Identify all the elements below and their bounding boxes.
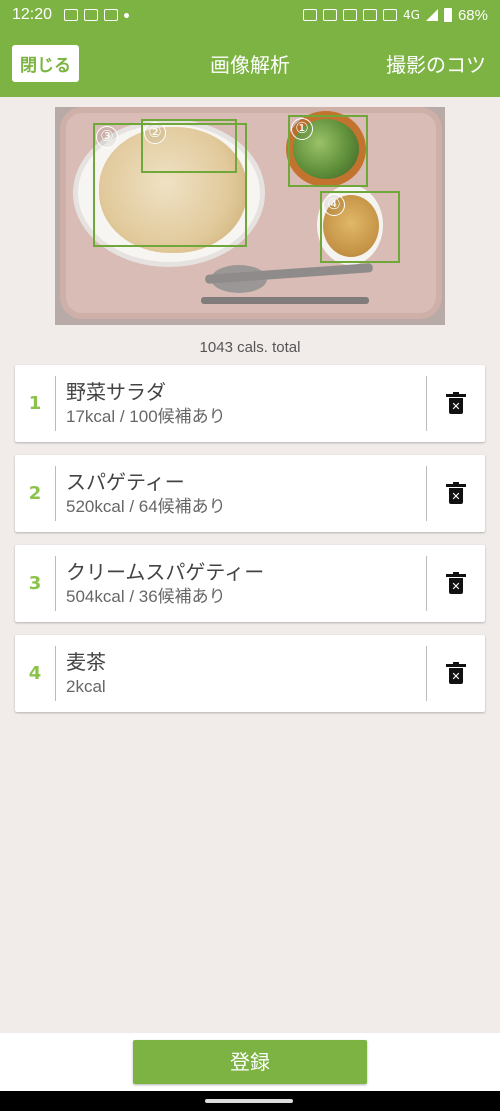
notification-icon — [64, 9, 79, 21]
trash-x-icon: ✕ — [446, 391, 466, 414]
delete-button[interactable]: ✕ — [427, 481, 485, 504]
food-list: 1 野菜サラダ 17kcal / 100候補あり ✕ 2 スパゲティー 520k… — [15, 365, 485, 725]
item-index: 1 — [28, 393, 42, 414]
item-detail: 17kcal / 100候補あり — [66, 406, 226, 426]
item-name: クリームスパゲティー — [66, 559, 265, 584]
bluetooth-icon — [343, 9, 358, 21]
system-nav-bar — [0, 1091, 500, 1111]
item-text: スパゲティー 520kcal / 64候補あり — [56, 469, 426, 519]
trash-x-icon: ✕ — [446, 661, 466, 684]
delete-button[interactable]: ✕ — [427, 661, 485, 684]
item-text: 野菜サラダ 17kcal / 100候補あり — [56, 379, 426, 429]
box-number: ① — [291, 118, 313, 140]
item-name: 野菜サラダ — [66, 379, 166, 404]
item-index: 4 — [28, 663, 42, 684]
trash-x-icon: ✕ — [446, 571, 466, 594]
item-detail: 520kcal / 64候補あり — [66, 496, 226, 516]
alarm-icon — [323, 9, 338, 21]
meal-photo: ① ② ③ ④ — [55, 107, 445, 325]
fork — [201, 297, 369, 304]
item-detail: 504kcal / 36候補あり — [66, 586, 226, 606]
photo-tips-link[interactable]: 撮影のコツ — [386, 49, 486, 78]
system-icons: 4G 68% — [303, 7, 488, 24]
register-button[interactable]: 登録 — [133, 1040, 367, 1084]
detection-box-4[interactable]: ④ — [320, 191, 400, 263]
bottom-bar: 登録 — [0, 1033, 500, 1091]
item-detail: 2kcal — [66, 676, 106, 696]
close-button[interactable]: 閉じる — [12, 45, 79, 82]
total-calories: 1043 cals. total — [199, 339, 301, 356]
item-text: クリームスパゲティー 504kcal / 36候補あり — [56, 559, 426, 609]
battery-percent: 68% — [457, 6, 488, 24]
app-bar: 閉じる 画像解析 撮影のコツ — [0, 30, 500, 97]
vibrate-icon — [363, 9, 378, 21]
box-number: ④ — [323, 194, 345, 216]
delete-button[interactable]: ✕ — [427, 391, 485, 414]
item-index: 2 — [28, 483, 42, 504]
delete-button[interactable]: ✕ — [427, 571, 485, 594]
trash-x-icon: ✕ — [446, 481, 466, 504]
item-name: 麦茶 — [66, 649, 106, 674]
battery-icon — [443, 8, 452, 22]
detection-box-1[interactable]: ① — [288, 115, 368, 187]
more-notifications-icon — [124, 12, 130, 18]
detection-box-3[interactable]: ③ — [93, 123, 247, 247]
item-index: 3 — [28, 573, 42, 594]
home-gesture-bar[interactable] — [205, 1099, 293, 1103]
notification-icon — [84, 9, 99, 21]
status-time: 12:20 — [12, 6, 53, 23]
list-item[interactable]: 3 クリームスパゲティー 504kcal / 36候補あり ✕ — [15, 545, 485, 622]
key-icon — [383, 9, 398, 21]
network-type: 4G — [403, 8, 420, 22]
list-item[interactable]: 2 スパゲティー 520kcal / 64候補あり ✕ — [15, 455, 485, 532]
box-number: ③ — [96, 126, 118, 148]
list-item[interactable]: 4 麦茶 2kcal ✕ — [15, 635, 485, 712]
item-name: スパゲティー — [66, 469, 185, 494]
item-text: 麦茶 2kcal — [56, 649, 426, 699]
status-bar: 12:20 4G 68% — [0, 0, 500, 30]
notification-icon — [104, 9, 119, 21]
signal-icon — [425, 9, 438, 21]
notification-icons — [64, 9, 130, 21]
list-item[interactable]: 1 野菜サラダ 17kcal / 100候補あり ✕ — [15, 365, 485, 442]
nfc-icon — [303, 9, 318, 21]
